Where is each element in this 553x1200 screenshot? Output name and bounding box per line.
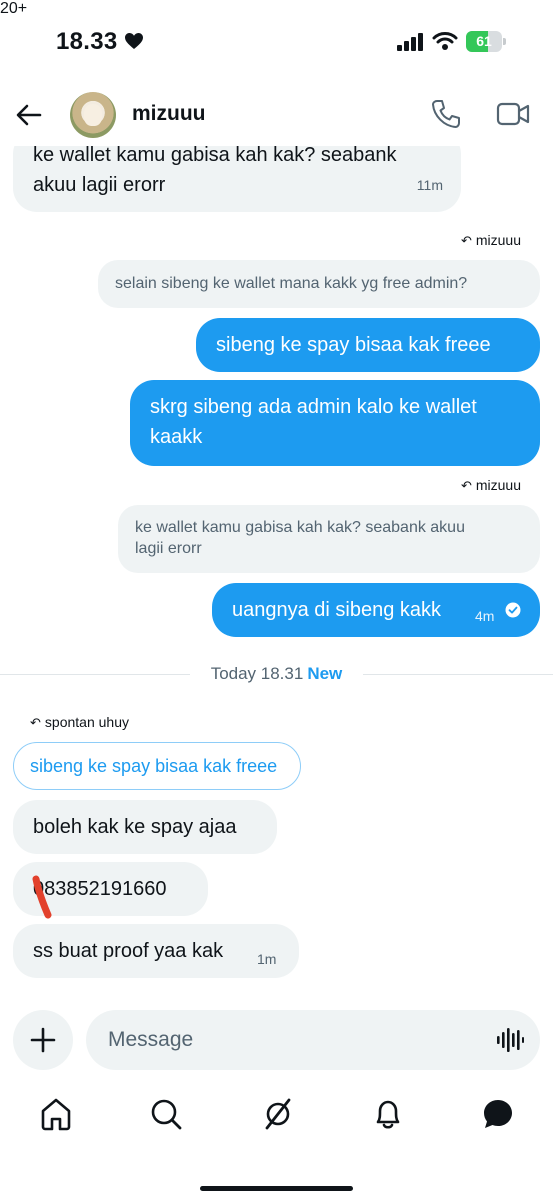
bottom-navigation <box>0 1080 553 1160</box>
reply-arrow-icon: ↶ <box>460 478 472 493</box>
message-text: sibeng ke spay bisaa kak freee <box>216 334 491 356</box>
message-placeholder: Message <box>108 1028 194 1051</box>
signal-icon <box>397 33 423 51</box>
battery-percent: 61 <box>476 33 492 49</box>
message-time: 11m <box>416 177 443 193</box>
message-incoming[interactable]: ss buat proof yaa kak 1m <box>13 924 299 978</box>
message-text: skrg sibeng ada admin kalo ke wallet <box>150 396 477 418</box>
add-attachment-button[interactable] <box>13 1010 73 1070</box>
message-composer: Message <box>0 1008 553 1074</box>
home-indicator <box>200 1186 353 1191</box>
message-incoming[interactable]: boleh kak ke spay ajaa <box>13 800 277 854</box>
avatar[interactable] <box>70 92 116 138</box>
message-outgoing[interactable]: sibeng ke spay bisaa kak freee <box>196 318 540 372</box>
status-bar: 18.33 61 <box>0 0 553 84</box>
notifications-icon[interactable] <box>368 1094 408 1134</box>
divider-date: Today 18.31 <box>210 664 304 683</box>
messages-icon[interactable] <box>478 1094 518 1134</box>
message-outgoing[interactable]: uangnya di sibeng kakk 4m <box>212 583 540 637</box>
message-time: 1m <box>257 951 277 967</box>
message-text: 083852191660 <box>33 878 167 900</box>
reply-target-name: mizuuu <box>475 232 521 248</box>
message-input[interactable]: Message <box>86 1010 540 1070</box>
grok-icon[interactable] <box>258 1094 298 1134</box>
wifi-icon <box>432 32 458 50</box>
message-text: kaakk <box>150 426 203 448</box>
message-text: uangnya di sibeng kakk <box>232 599 442 621</box>
video-icon[interactable] <box>496 100 530 128</box>
quoted-text: sibeng ke spay bisaa kak freee <box>30 756 278 776</box>
seen-check-icon <box>505 602 521 618</box>
quoted-message[interactable]: selain sibeng ke wallet mana kakk yg fre… <box>98 260 540 308</box>
reply-target-name: mizuuu <box>475 477 521 493</box>
reply-target-name: spontan uhuy <box>44 714 129 730</box>
phone-icon[interactable] <box>430 98 462 130</box>
quoted-message[interactable]: ke wallet kamu gabisa kah kak? seabank a… <box>118 505 540 573</box>
plus-icon <box>30 1027 56 1053</box>
reply-indicator: ↶ mizuuu <box>461 477 521 494</box>
date-divider: Today 18.31 New <box>0 660 553 688</box>
message-text: akuu lagii erorr <box>33 174 166 196</box>
message-time: 4m <box>475 608 495 624</box>
message-outgoing[interactable]: skrg sibeng ada admin kalo ke wallet kaa… <box>130 380 540 466</box>
voice-message-icon[interactable] <box>496 1027 524 1053</box>
quoted-text: lagii erorr <box>135 540 202 557</box>
heart-icon <box>125 33 143 49</box>
reply-indicator: ↶ spontan uhuy <box>30 714 129 731</box>
search-icon[interactable] <box>146 1094 186 1134</box>
new-label: New <box>307 664 343 683</box>
conversation-header: mizuuu <box>0 84 553 146</box>
quoted-text: ke wallet kamu gabisa kah kak? seabank a… <box>135 519 465 536</box>
reply-arrow-icon: ↶ <box>460 233 472 248</box>
quoted-text: selain sibeng ke wallet mana kakk yg fre… <box>115 275 468 292</box>
redaction-mark <box>32 875 52 919</box>
reply-indicator: ↶ mizuuu <box>461 232 521 249</box>
home-icon[interactable] <box>36 1094 76 1134</box>
message-text: ss buat proof yaa kak <box>33 940 224 962</box>
quoted-message[interactable]: sibeng ke spay bisaa kak freee <box>13 742 301 790</box>
contact-name[interactable]: mizuuu <box>132 102 206 126</box>
reply-arrow-icon: ↶ <box>30 715 41 730</box>
status-time: 18.33 <box>56 28 118 55</box>
back-arrow-icon[interactable] <box>14 100 44 130</box>
message-text: boleh kak ke spay ajaa <box>33 816 237 838</box>
battery-indicator: 61 <box>466 31 506 52</box>
